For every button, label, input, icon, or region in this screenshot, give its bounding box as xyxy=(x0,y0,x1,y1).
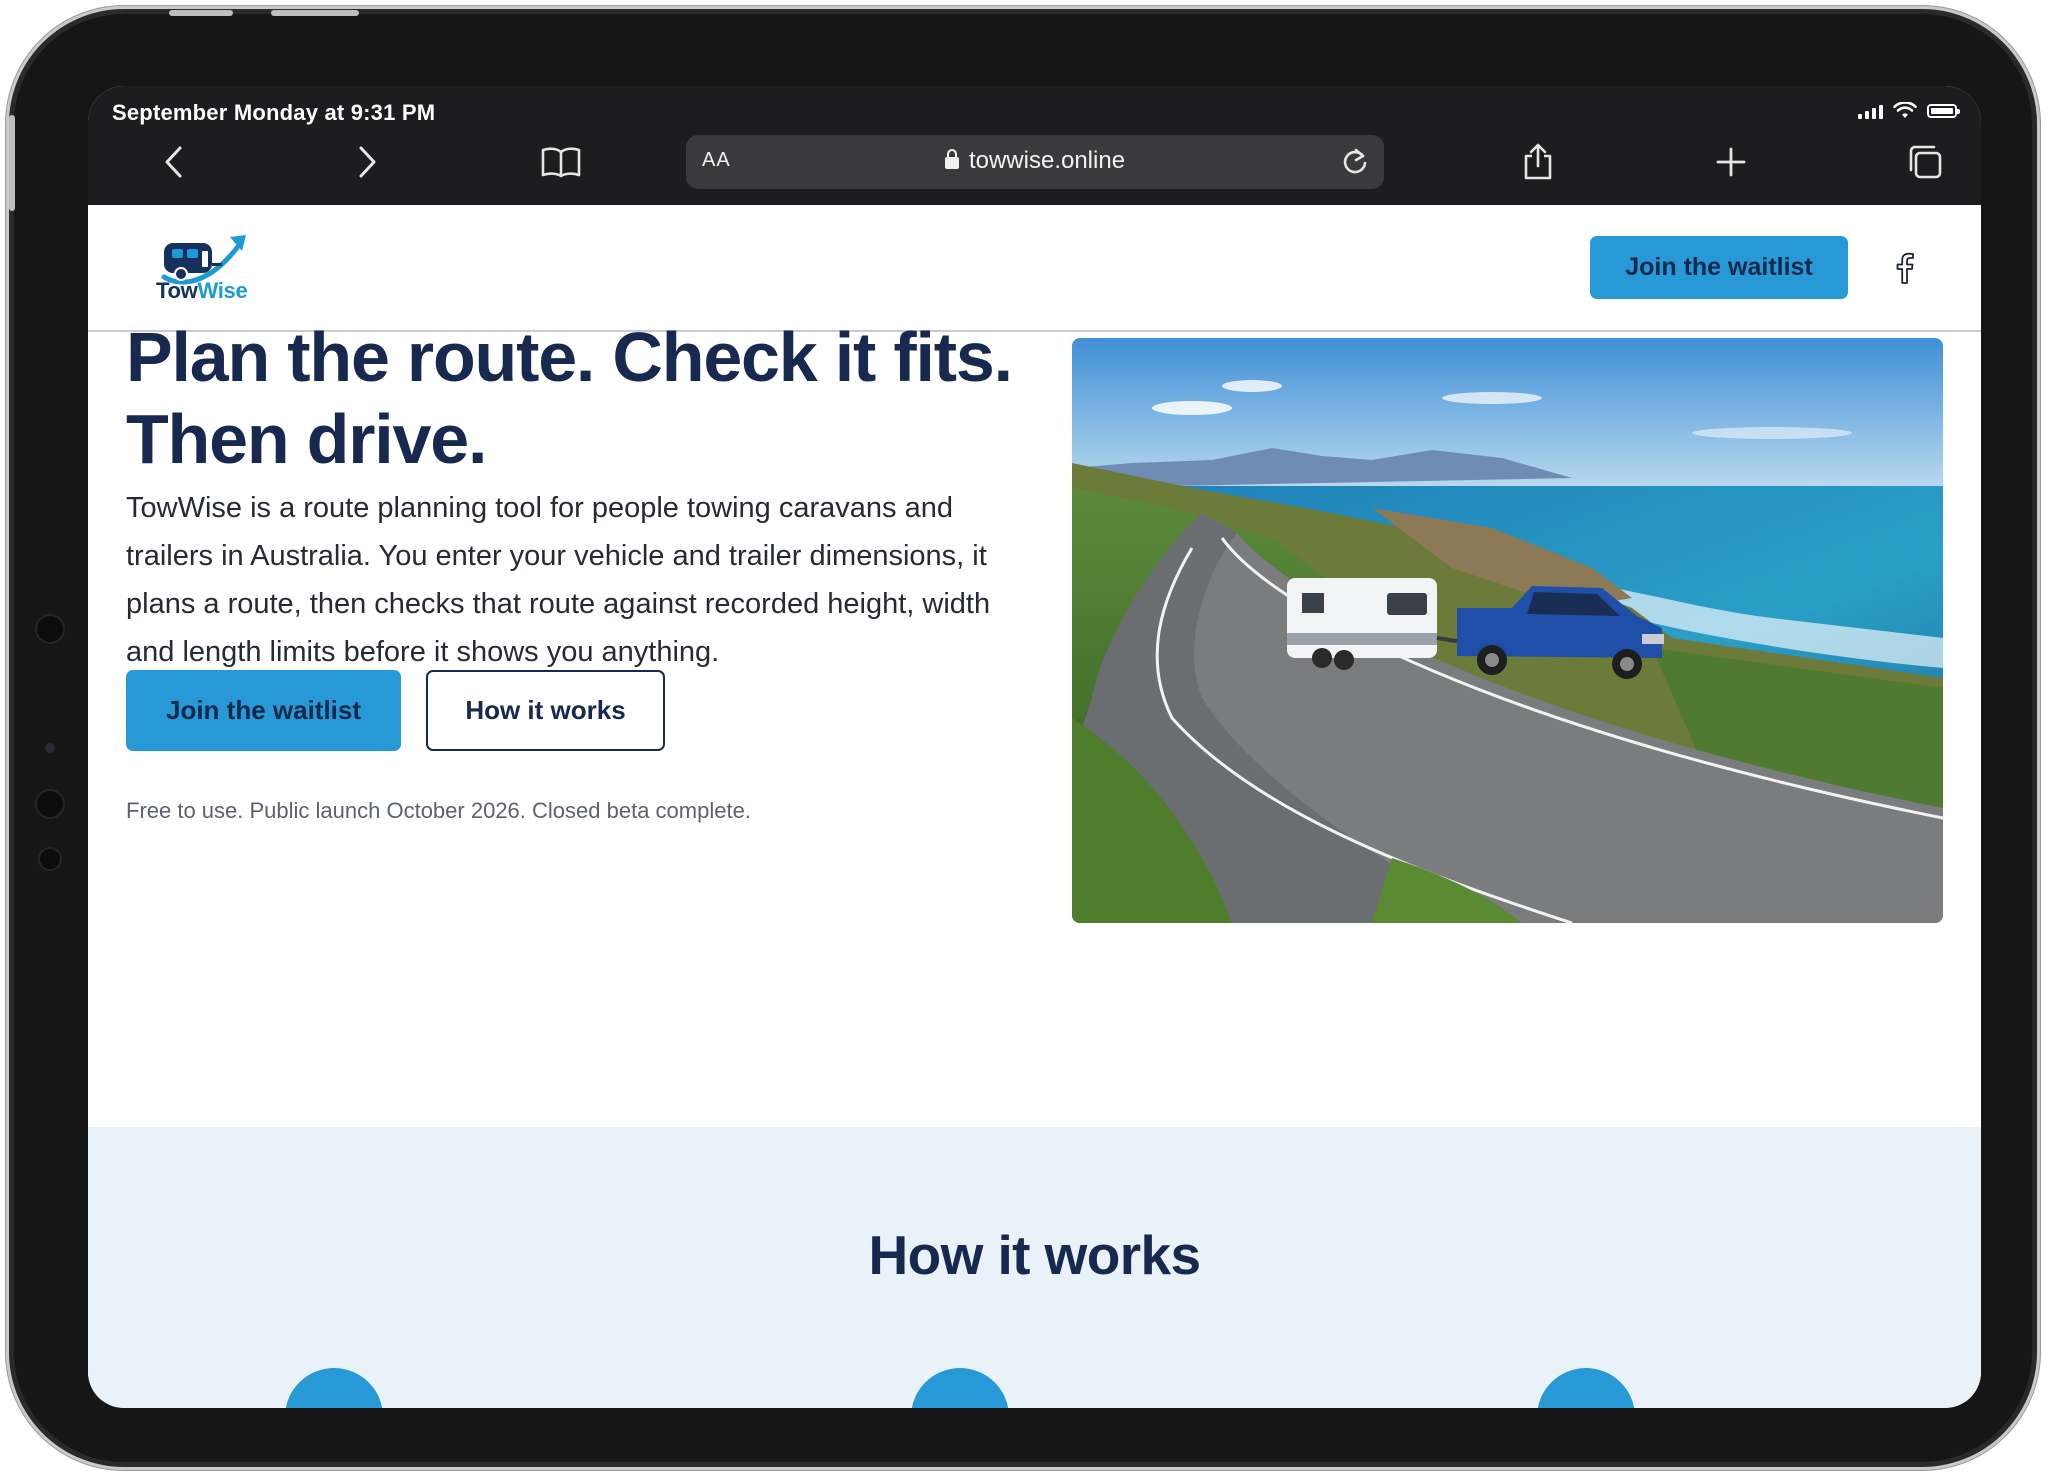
hardware-button-top xyxy=(271,10,359,16)
step-2-badge xyxy=(911,1368,1009,1408)
hero-image xyxy=(1072,338,1943,923)
camera-dot xyxy=(35,614,65,644)
step-3-badge xyxy=(1537,1368,1635,1408)
lock-icon xyxy=(944,149,959,169)
how-it-works-section: How it works xyxy=(88,1127,1981,1408)
share-icon[interactable] xyxy=(1514,138,1562,186)
back-icon[interactable] xyxy=(150,138,198,186)
new-tab-icon[interactable] xyxy=(1707,138,1755,186)
status-time: September Monday at 9:31 PM xyxy=(112,100,436,125)
wifi-icon xyxy=(1893,102,1917,118)
address-bar[interactable]: AA towwise.online xyxy=(686,135,1384,189)
hero-title: Plan the route. Check it fits. Then driv… xyxy=(126,316,1046,480)
site-header: TowWise Join the waitlist xyxy=(88,205,1981,332)
url-display[interactable]: towwise.online xyxy=(686,147,1384,175)
hero-how-it-works-button[interactable]: How it works xyxy=(426,670,665,751)
header-join-waitlist-button[interactable]: Join the waitlist xyxy=(1590,236,1848,299)
tablet-frame: September Monday at 9:31 PM AA towwise.o… xyxy=(6,6,2040,1470)
hero-description: TowWise is a route planning tool for peo… xyxy=(126,492,991,668)
cellular-signal-icon xyxy=(1858,103,1883,119)
url-text: towwise.online xyxy=(968,147,1126,174)
hero-title-line-2: Then drive. xyxy=(126,400,487,478)
screen: September Monday at 9:31 PM AA towwise.o… xyxy=(88,86,1981,1408)
hardware-button-side xyxy=(9,115,15,211)
logo-wordmark: TowWise xyxy=(156,278,248,303)
camera-dot xyxy=(38,847,62,871)
browser-chrome: September Monday at 9:31 PM AA towwise.o… xyxy=(88,86,1981,205)
hardware-button-top xyxy=(169,10,233,16)
battery-icon xyxy=(1927,104,1960,118)
step-1-badge xyxy=(285,1368,383,1408)
status-icons xyxy=(1858,102,1960,120)
launch-note: Free to use. Public launch October 2026.… xyxy=(126,798,751,823)
how-it-works-title: How it works xyxy=(868,1224,1201,1286)
forward-icon[interactable] xyxy=(343,138,391,186)
camera-sensor xyxy=(45,743,55,753)
hero-title-line-1: Plan the route. Check it fits. xyxy=(126,318,1013,396)
reload-icon[interactable] xyxy=(1338,145,1372,179)
hero-join-waitlist-button[interactable]: Join the waitlist xyxy=(126,670,401,751)
camera-dot xyxy=(35,789,65,819)
tabs-icon[interactable] xyxy=(1901,138,1949,186)
facebook-icon[interactable] xyxy=(1888,250,1920,286)
bookmarks-icon[interactable] xyxy=(537,138,585,186)
